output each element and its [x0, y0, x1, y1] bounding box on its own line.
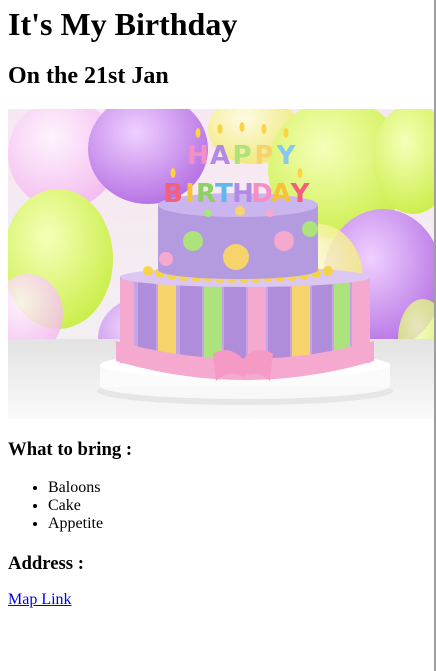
- svg-text:A: A: [271, 179, 291, 209]
- svg-text:P: P: [254, 141, 273, 171]
- svg-text:T: T: [215, 179, 233, 209]
- svg-text:Y: Y: [290, 179, 311, 209]
- svg-text:B: B: [163, 179, 183, 209]
- page-title: It's My Birthday: [8, 6, 238, 42]
- list-item: Baloons: [48, 479, 434, 497]
- svg-text:A: A: [210, 141, 230, 171]
- page-content: It's My Birthday On the 21st Jan H A P P…: [0, 0, 435, 609]
- birthday-cake-image: H A P P Y B I R T H D A Y: [8, 109, 435, 419]
- page-subtitle: On the 21st Jan: [8, 63, 169, 89]
- svg-text:D: D: [251, 179, 273, 209]
- svg-text:I: I: [185, 179, 195, 209]
- bring-list: Baloons Cake Appetite: [8, 479, 434, 533]
- what-to-bring-heading: What to bring :: [8, 439, 133, 460]
- svg-text:R: R: [196, 179, 216, 209]
- svg-text:P: P: [232, 141, 251, 171]
- svg-text:H: H: [187, 141, 209, 171]
- list-item: Cake: [48, 497, 434, 515]
- svg-text:Y: Y: [276, 141, 297, 171]
- list-item: Appetite: [48, 515, 434, 533]
- map-link[interactable]: Map Link: [8, 591, 72, 609]
- address-heading: Address :: [8, 553, 84, 574]
